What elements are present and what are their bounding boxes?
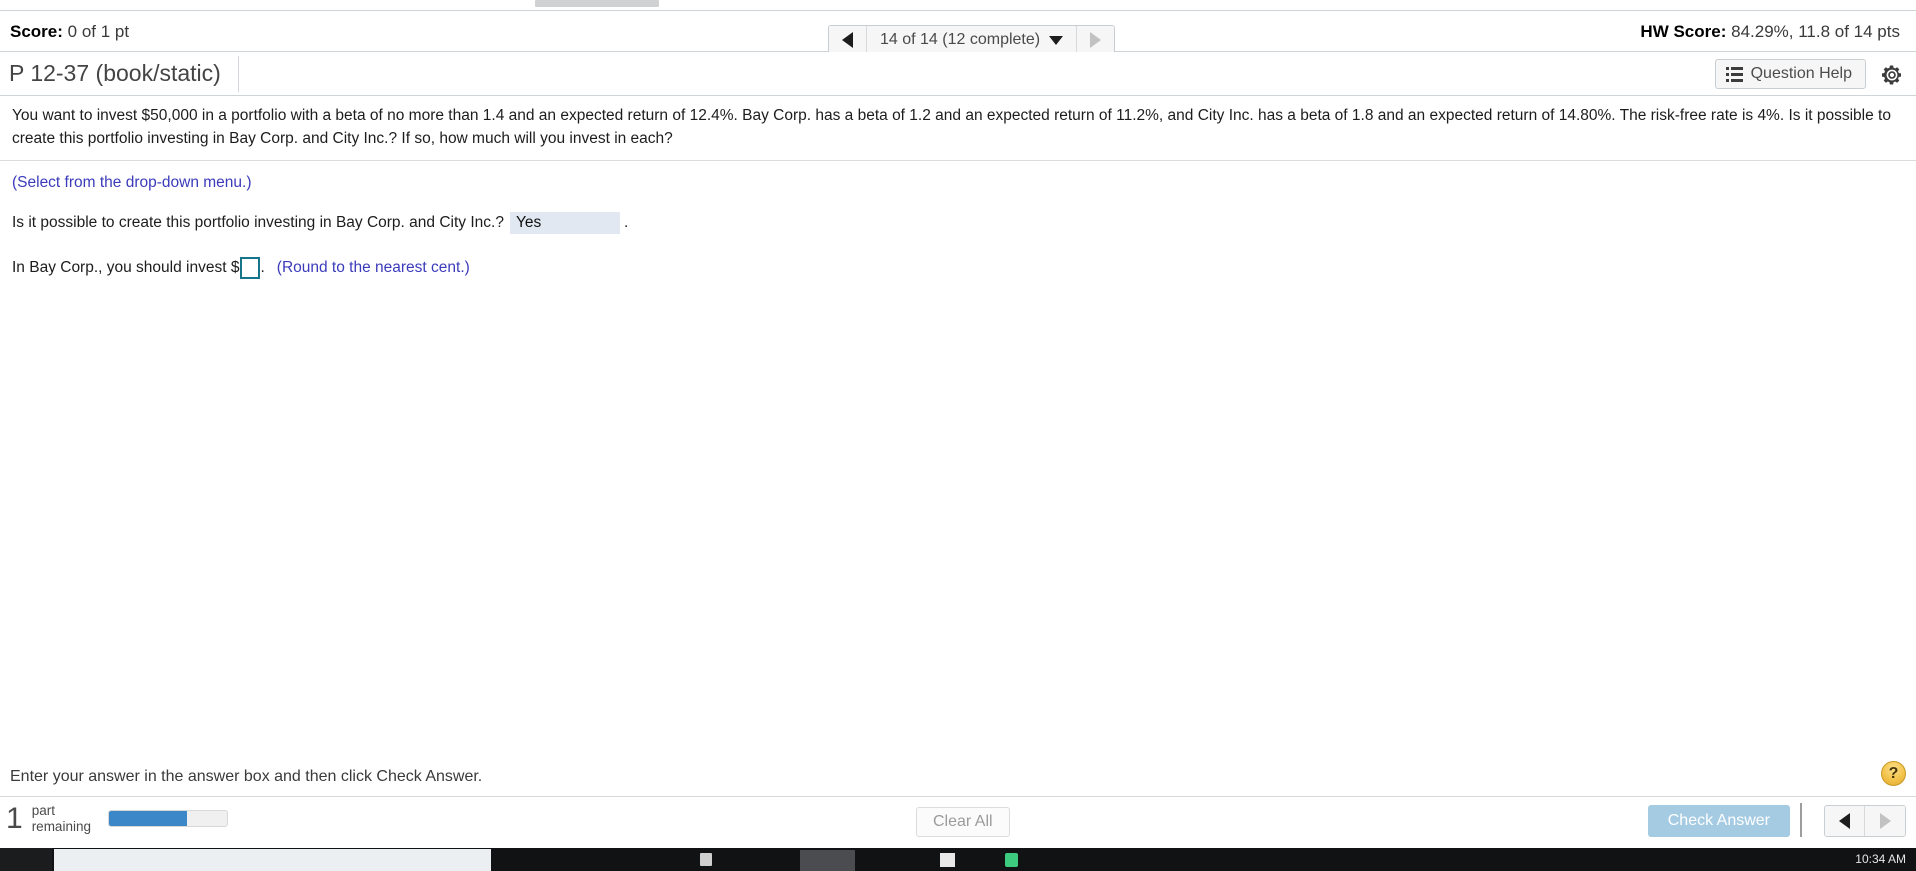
taskbar-icon-d[interactable] (1005, 853, 1018, 867)
bay-corp-amount-input[interactable] (240, 256, 261, 279)
gear-icon (1882, 65, 1901, 85)
os-taskbar: 10:34 AM (0, 848, 1916, 871)
pager-label-text: 14 of 14 (12 complete) (880, 31, 1041, 48)
instruction-text: Enter your answer in the answer box and … (10, 768, 483, 785)
mathxl-exercise-player: Score: 0 of 1 pt 14 of 14 (12 complete) … (0, 0, 1916, 871)
taskbar-icon-a[interactable] (700, 853, 712, 866)
progress-bar-fill (108, 811, 187, 827)
parts-label-line1: part (31, 803, 55, 818)
triangle-right-icon (1090, 32, 1102, 48)
parts-remaining-group: 1 part remaining (6, 803, 228, 835)
parts-remaining-count: 1 (6, 801, 23, 835)
answer-part-2: In Bay Corp., you should invest $ . (Rou… (12, 256, 1916, 279)
answer-part-1: Is it possible to create this portfolio … (12, 211, 1916, 234)
help-question-icon[interactable]: ? (1881, 761, 1906, 786)
caret-down-icon (1049, 35, 1064, 45)
bottom-action-bar: 1 part remaining Clear All Check Answer (0, 797, 1916, 848)
settings-button[interactable] (1878, 61, 1906, 89)
parts-label-line2: remaining (31, 818, 91, 834)
browser-chrome-sliver (0, 0, 1916, 10)
score-bar: Score: 0 of 1 pt 14 of 14 (12 complete) … (0, 10, 1916, 55)
pager-prev-button[interactable] (829, 26, 867, 54)
part2-trailing-period: . (260, 258, 265, 276)
triangle-right-icon (1879, 813, 1891, 829)
bottom-next-button[interactable] (1865, 806, 1905, 836)
triangle-left-icon (842, 32, 853, 48)
question-help-label: Question Help (1750, 65, 1852, 82)
taskbar-start-button[interactable] (0, 848, 52, 871)
taskbar-icon-b[interactable] (800, 850, 855, 871)
hw-score-label: HW Score: (1640, 22, 1727, 41)
part1-prompt: Is it possible to create this portfolio … (12, 213, 504, 231)
clear-all-button[interactable]: Clear All (916, 807, 1010, 837)
score-value: 0 of 1 pt (67, 22, 130, 41)
question-text: You want to invest $50,000 in a portfoli… (12, 107, 1891, 147)
page-title: P 12-37 (book/static) (9, 60, 221, 86)
question-header: P 12-37 (book/static) Question Help (0, 52, 1916, 96)
pager-dropdown[interactable]: 14 of 14 (12 complete) (867, 26, 1077, 54)
progress-bar (107, 810, 228, 828)
check-answer-button[interactable]: Check Answer (1647, 805, 1790, 837)
bottom-prev-button[interactable] (1825, 806, 1865, 836)
bottom-navigation[interactable] (1824, 805, 1906, 837)
score-display: Score: 0 of 1 pt (10, 22, 129, 42)
header-divider (238, 56, 239, 92)
instruction-bar: Enter your answer in the answer box and … (0, 761, 1916, 797)
part1-dropdown[interactable]: Yes (509, 211, 620, 234)
taskbar-clock: 10:34 AM (1855, 852, 1906, 866)
part2-rounding-note: (Round to the nearest cent.) (276, 258, 470, 276)
taskbar-icon-c[interactable] (940, 853, 955, 867)
browser-tab-remnant (535, 0, 659, 7)
dropdown-hint: (Select from the drop-down menu.) (12, 173, 252, 191)
bottom-bar-separator (1800, 803, 1802, 837)
score-label: Score: (10, 22, 63, 41)
hw-score-display: HW Score: 84.29%, 11.8 of 14 pts (1640, 22, 1900, 42)
question-body: You want to invest $50,000 in a portfoli… (0, 97, 1916, 279)
question-help-button[interactable]: Question Help (1714, 59, 1866, 89)
hw-score-value: 84.29%, 11.8 of 14 pts (1731, 22, 1900, 41)
part1-trailing-period: . (623, 213, 629, 231)
pager-next-button[interactable] (1076, 26, 1115, 54)
question-pager[interactable]: 14 of 14 (12 complete) (828, 25, 1116, 55)
question-divider (0, 159, 1916, 161)
triangle-left-icon (1839, 813, 1850, 829)
list-icon (1725, 66, 1743, 82)
part2-prompt: In Bay Corp., you should invest $ (12, 258, 240, 276)
parts-remaining-label: part remaining (32, 803, 91, 835)
taskbar-active-window[interactable] (54, 849, 491, 871)
